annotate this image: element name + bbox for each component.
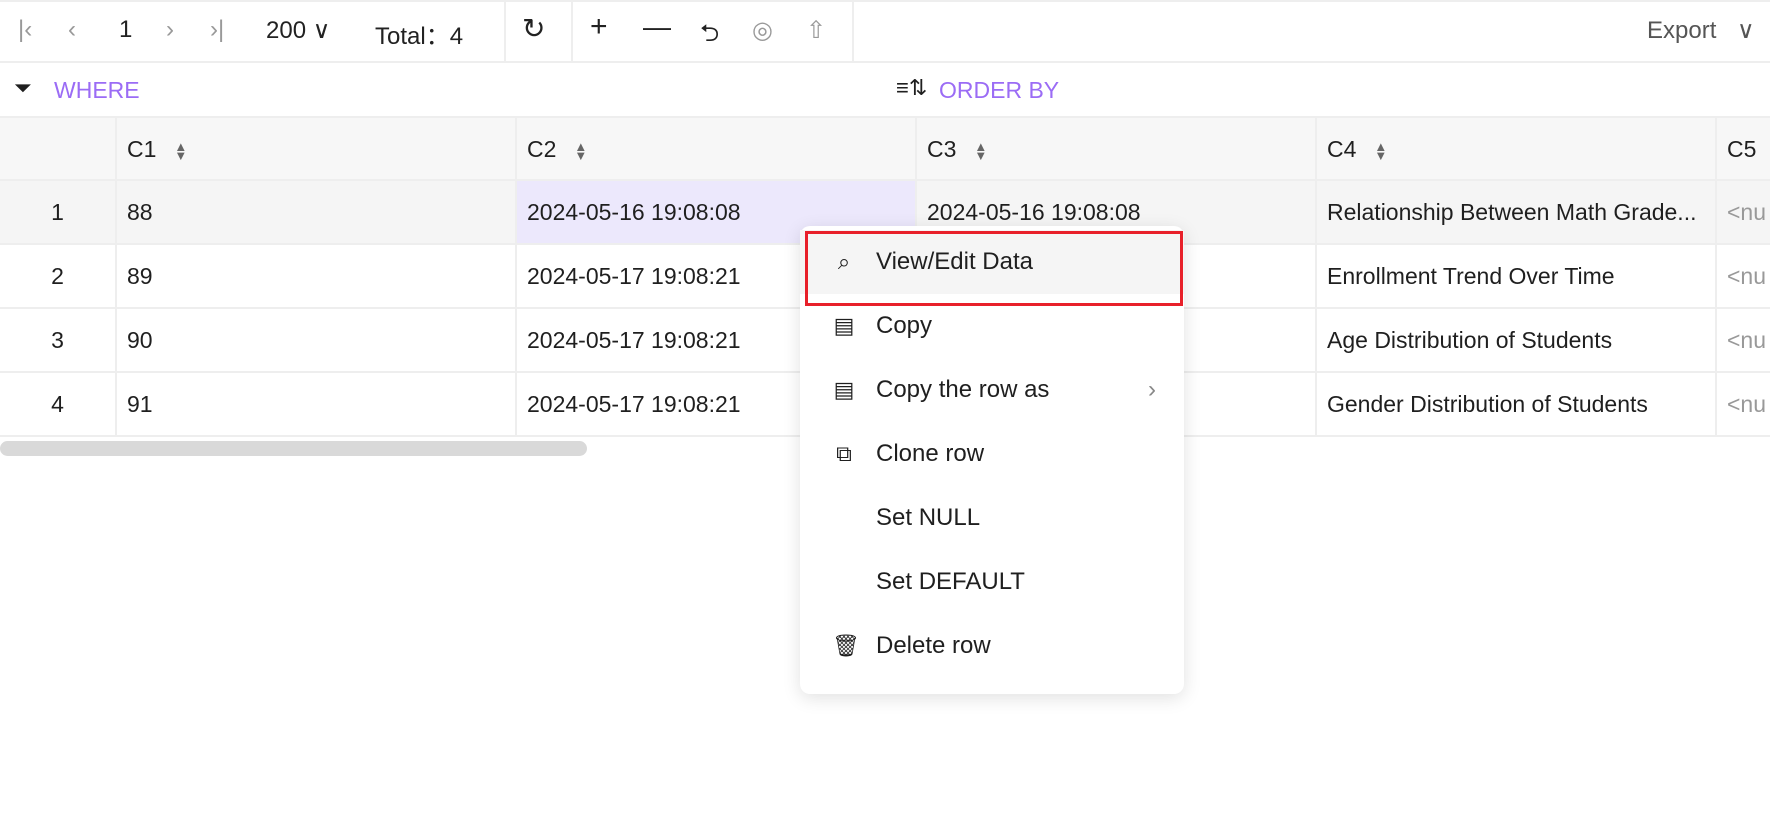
column-label: C4 — [1327, 136, 1357, 162]
row-number-header — [0, 118, 117, 181]
clone-icon: ⧉ — [836, 441, 852, 466]
table-cell[interactable]: 90 — [117, 309, 517, 373]
table-cell[interactable]: Enrollment Trend Over Time — [1317, 245, 1717, 309]
preview-eye-icon[interactable]: ◎ — [752, 16, 773, 45]
column-header-c3[interactable]: C3 ▲ ▼ — [917, 118, 1317, 181]
menu-item-set-null[interactable]: Set NULL — [800, 486, 1184, 550]
last-page-icon[interactable]: ›| — [210, 16, 224, 44]
prev-page-icon[interactable]: ‹ — [68, 16, 76, 44]
export-button[interactable]: Export ∨ — [1647, 16, 1755, 45]
table-cell[interactable]: 91 — [117, 373, 517, 437]
chevron-right-icon: › — [1148, 376, 1156, 403]
menu-item-delete-row[interactable]: 🗑 Delete row — [800, 614, 1184, 678]
filter-bar: ⏷ WHERE ≡⇅ ORDER BY — [0, 63, 1770, 118]
table-cell[interactable]: <nu — [1717, 181, 1770, 245]
sort-icon[interactable]: ▲ ▼ — [574, 140, 587, 162]
next-page-icon[interactable]: › — [166, 16, 174, 44]
filter-icon: ⏷ — [14, 75, 32, 100]
table-cell[interactable]: Relationship Between Math Grade... — [1317, 181, 1717, 245]
chevron-down-icon: ∨ — [1737, 17, 1755, 44]
menu-item-clone-row[interactable]: ⧉ Clone row — [800, 422, 1184, 486]
add-row-icon[interactable]: + — [590, 10, 608, 44]
remove-row-icon[interactable]: — — [643, 11, 671, 43]
column-label: C2 — [527, 136, 557, 162]
submit-upload-icon[interactable]: ⇧ — [806, 16, 826, 45]
sort-icon[interactable]: ▲ ▼ — [1374, 140, 1387, 162]
column-label: C3 — [927, 136, 957, 162]
sort-icon[interactable]: ▲ ▼ — [174, 140, 187, 162]
menu-item-set-default[interactable]: Set DEFAULT — [800, 550, 1184, 614]
page-size-value: 200 — [266, 17, 307, 44]
toolbar: |‹ ‹ 1 › ›| 200 ∨ Total：4 ↻ + — ⮌ ◎ ⇧ Ex… — [0, 0, 1770, 63]
table-cell[interactable]: 88 — [117, 181, 517, 245]
menu-item-copy-row-as[interactable]: ▤ Copy the row as › — [800, 358, 1184, 422]
total-count: Total：4 — [375, 16, 463, 51]
column-header-c5[interactable]: C5 — [1717, 118, 1770, 181]
menu-label: Set DEFAULT — [876, 568, 1025, 595]
total-value: 4 — [449, 23, 464, 50]
sort-icon[interactable]: ▲ ▼ — [974, 140, 987, 162]
menu-label: Clone row — [876, 440, 985, 467]
row-number: 4 — [0, 373, 117, 437]
first-page-icon[interactable]: |‹ — [18, 16, 32, 44]
sort-icon: ≡⇅ — [896, 75, 928, 100]
column-header-c4[interactable]: C4 ▲ ▼ — [1317, 118, 1717, 181]
table-cell[interactable]: Age Distribution of Students — [1317, 309, 1717, 373]
total-label: Total： — [375, 23, 450, 50]
horizontal-scrollbar[interactable] — [0, 441, 587, 456]
where-input[interactable]: WHERE — [54, 77, 140, 104]
menu-label: Set NULL — [876, 504, 981, 531]
refresh-icon[interactable]: ↻ — [522, 12, 545, 45]
table-cell[interactable]: <nu — [1717, 245, 1770, 309]
trash-icon: 🗑 — [832, 633, 860, 658]
page-size-select[interactable]: 200 ∨ — [266, 16, 330, 45]
table-cell[interactable]: Gender Distribution of Students — [1317, 373, 1717, 437]
highlight-annotation-box — [805, 231, 1183, 306]
column-header-c2[interactable]: C2 ▲ ▼ — [517, 118, 917, 181]
column-header-c1[interactable]: C1 ▲ ▼ — [117, 118, 517, 181]
undo-icon[interactable]: ⮌ — [700, 16, 719, 57]
row-number: 1 — [0, 181, 117, 245]
page-number[interactable]: 1 — [119, 16, 132, 44]
menu-label: Delete row — [876, 632, 991, 659]
export-label: Export — [1647, 17, 1717, 44]
order-by-input[interactable]: ORDER BY — [939, 77, 1059, 104]
row-number: 2 — [0, 245, 117, 309]
chevron-down-icon: ∨ — [312, 17, 331, 44]
table-cell[interactable]: <nu — [1717, 309, 1770, 373]
table-cell[interactable]: <nu — [1717, 373, 1770, 437]
menu-label: Copy — [876, 312, 933, 339]
column-label: C5 — [1727, 136, 1757, 162]
table-cell[interactable]: 89 — [117, 245, 517, 309]
menu-label: Copy the row as — [876, 376, 1050, 403]
copy-icon: ▤ — [833, 377, 855, 402]
row-number: 3 — [0, 309, 117, 373]
column-label: C1 — [127, 136, 157, 162]
table-header: C1 ▲ ▼ C2 ▲ ▼ C3 ▲ ▼ C4 ▲ ▼ C5 — [0, 118, 1770, 181]
